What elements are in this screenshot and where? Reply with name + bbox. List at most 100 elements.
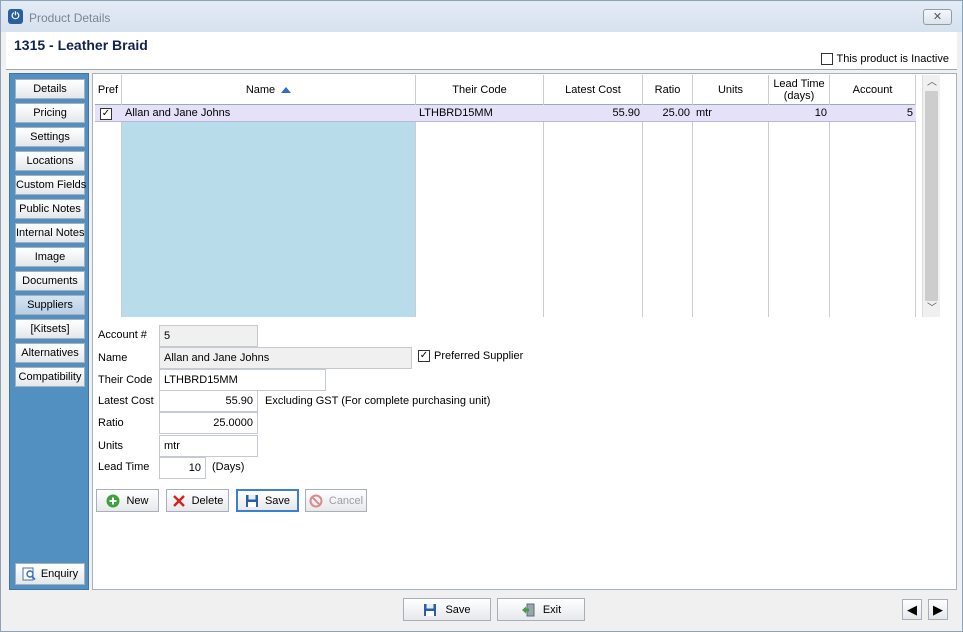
column-header-ratio[interactable]: Ratio [643, 75, 693, 105]
save-label: Save [264, 494, 291, 507]
close-icon: ✕ [932, 11, 943, 23]
latest-cost-note: Excluding GST (For complete purchasing u… [265, 395, 491, 407]
account-label: Account # [98, 329, 147, 341]
preferred-supplier-toggle[interactable]: ✓ Preferred Supplier [418, 350, 523, 362]
row-ratio: 25.00 [662, 107, 690, 119]
scroll-up-icon[interactable]: ︿ [923, 75, 941, 90]
account-field: 5 [159, 325, 258, 347]
column-header-account-label: Account [852, 84, 893, 96]
product-title: 1315 - Leather Braid [14, 37, 148, 53]
sidebar-item-kitsets[interactable]: [Kitsets] [15, 319, 85, 339]
window-title: Product Details [29, 11, 111, 25]
sidebar-item-details[interactable]: Details [15, 79, 85, 99]
column-header-pref-label: Pref [97, 84, 119, 96]
column-divider [122, 105, 416, 317]
row-account: 5 [906, 107, 913, 119]
their-code-input[interactable]: LTHBRD15MM [159, 369, 326, 391]
delete-label: Delete [191, 494, 224, 507]
lead-time-label: Lead Time [98, 461, 150, 473]
sidebar-item-compatibility[interactable]: Compatibility [15, 367, 85, 387]
inactive-checkbox[interactable] [820, 53, 833, 65]
arrow-right-icon: ▶ [933, 602, 943, 617]
column-header-name[interactable]: Name [122, 75, 416, 105]
save-disk-icon [245, 494, 258, 507]
row-latest-cost: 55.90 [612, 107, 640, 119]
column-divider [769, 105, 830, 317]
column-header-units[interactable]: Units [693, 75, 769, 105]
name-field: Allan and Jane Johns [159, 347, 412, 369]
cancel-supplier-button[interactable]: Cancel [305, 489, 367, 512]
units-input[interactable]: mtr [159, 435, 258, 457]
column-header-lead-time[interactable]: Lead Time (days) [769, 75, 830, 105]
sidebar-item-documents[interactable]: Documents [15, 271, 85, 291]
column-divider [544, 105, 643, 317]
column-header-lead-time-label: Lead Time (days) [773, 78, 825, 102]
row-pref-checkbox[interactable]: ✓ [100, 108, 112, 120]
column-header-their-code-label: Their Code [452, 84, 507, 96]
latest-cost-input[interactable]: 55.90 [159, 390, 258, 412]
column-header-their-code[interactable]: Their Code [416, 75, 544, 105]
ratio-input[interactable]: 25.0000 [159, 412, 258, 434]
table-row[interactable]: ✓ Allan and Jane Johns LTHBRD15MM 55.90 … [95, 105, 916, 122]
sidebar-item-settings[interactable]: Settings [15, 127, 85, 147]
preferred-supplier-checkbox[interactable]: ✓ [418, 350, 430, 362]
add-icon [106, 494, 120, 507]
column-header-pref[interactable]: Pref [95, 75, 122, 105]
save-button[interactable]: Save [403, 598, 491, 621]
lead-time-input[interactable]: 10 [159, 457, 206, 479]
latest-cost-label: Latest Cost [98, 395, 154, 407]
new-label: New [126, 494, 149, 507]
preferred-supplier-label: Preferred Supplier [434, 350, 524, 362]
section-sidebar: Details Pricing Settings Locations Custo… [9, 73, 89, 590]
footer-exit-label: Exit [542, 603, 562, 616]
sort-ascending-icon [281, 87, 292, 93]
grid-header: Pref Name Their Code Latest Cost Ratio U… [95, 75, 916, 105]
column-header-units-label: Units [717, 84, 744, 96]
column-divider [416, 105, 544, 317]
lead-time-suffix: (Days) [212, 461, 245, 473]
column-divider [693, 105, 769, 317]
exit-door-icon [521, 603, 535, 616]
sidebar-item-custom-fields[interactable]: Custom Fields [15, 175, 86, 195]
row-their-code: LTHBRD15MM [419, 107, 493, 119]
sidebar-item-public-notes[interactable]: Public Notes [15, 199, 85, 219]
enquiry-button[interactable]: Enquiry [15, 563, 85, 585]
column-header-name-label: Name [245, 84, 276, 96]
next-record-button[interactable]: ▶ [928, 599, 948, 620]
exit-button[interactable]: Exit [497, 598, 585, 621]
column-header-ratio-label: Ratio [654, 84, 681, 96]
column-divider [95, 105, 122, 317]
inactive-toggle[interactable]: This product is Inactive [820, 53, 949, 65]
column-header-account[interactable]: Account [830, 75, 916, 105]
new-supplier-button[interactable]: New [96, 489, 159, 512]
suppliers-panel: Pref Name Their Code Latest Cost Ratio U… [92, 73, 957, 590]
sidebar-item-alternatives[interactable]: Alternatives [15, 343, 85, 363]
sidebar-item-pricing[interactable]: Pricing [15, 103, 85, 123]
sidebar-item-suppliers[interactable]: Suppliers [15, 295, 85, 315]
save-disk-icon [424, 603, 437, 616]
scroll-thumb[interactable] [925, 91, 938, 301]
grid-scrollbar[interactable]: ︿ ﹀ [922, 75, 940, 317]
sidebar-item-internal-notes[interactable]: Internal Notes [15, 223, 85, 243]
row-units: mtr [696, 107, 712, 119]
column-header-latest-cost[interactable]: Latest Cost [544, 75, 643, 105]
save-supplier-button[interactable]: Save [236, 489, 299, 512]
footer-save-label: Save [445, 603, 471, 616]
column-header-latest-cost-label: Latest Cost [565, 84, 621, 96]
delete-x-icon [172, 494, 185, 507]
arrow-left-icon: ◀ [907, 602, 917, 617]
previous-record-button[interactable]: ◀ [902, 599, 922, 620]
scroll-down-icon[interactable]: ﹀ [923, 301, 941, 316]
column-divider [643, 105, 693, 317]
title-bar: ⏻ Product Details ✕ [1, 1, 962, 32]
sidebar-item-image[interactable]: Image [15, 247, 85, 267]
window-close-button[interactable]: ✕ [923, 9, 952, 25]
column-divider [830, 105, 916, 317]
sidebar-item-locations[interactable]: Locations [15, 151, 85, 171]
delete-supplier-button[interactable]: Delete [166, 489, 229, 512]
row-pref-cell[interactable]: ✓ [100, 105, 120, 121]
units-label: Units [98, 440, 124, 452]
ratio-label: Ratio [98, 417, 124, 429]
name-label: Name [98, 352, 128, 364]
cancel-label: Cancel [328, 494, 364, 507]
